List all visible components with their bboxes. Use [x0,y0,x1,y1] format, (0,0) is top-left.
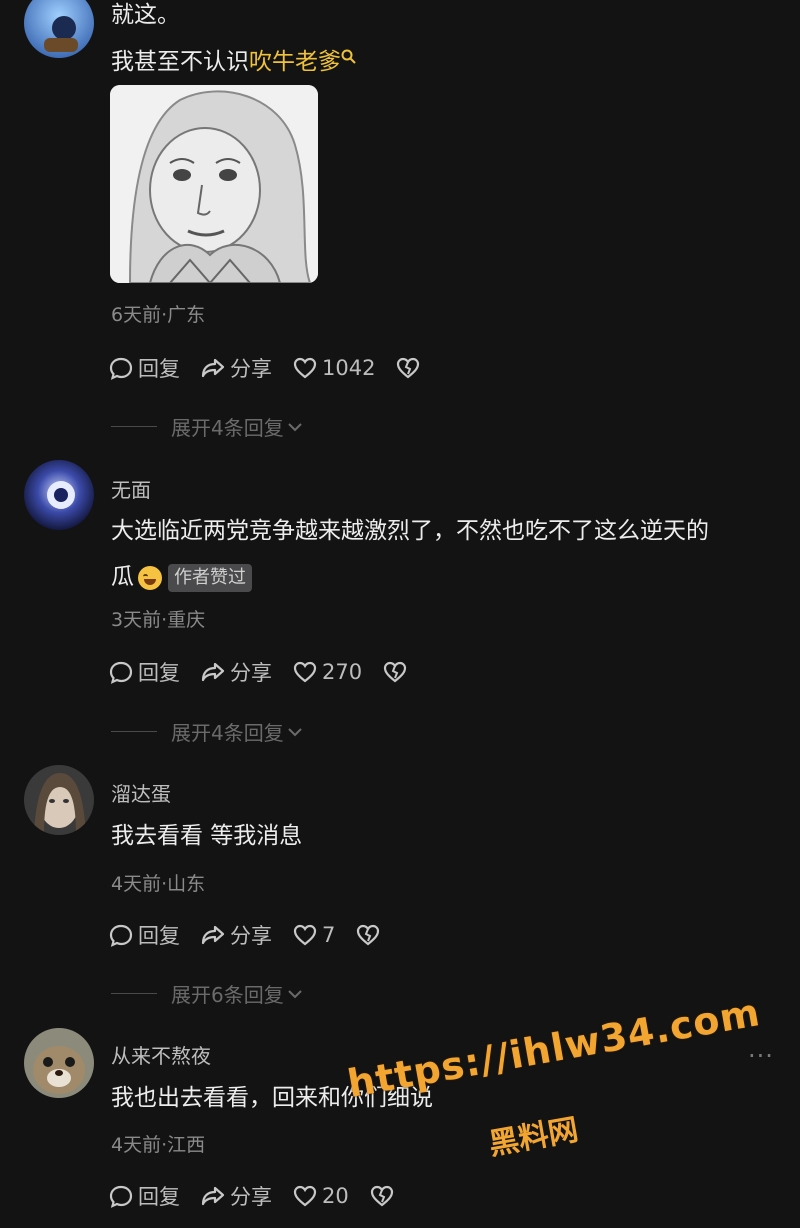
comment-text: 就这。 [111,2,180,28]
dislike-button[interactable] [395,355,425,381]
like-count: 270 [322,660,363,684]
divider [111,426,157,427]
like-button[interactable]: 270 [292,659,362,685]
share-button[interactable]: 分享 [200,353,272,383]
username[interactable]: 从来不熬夜 [111,1040,211,1069]
share-icon [201,925,225,945]
comment-meta: 6天前·广东 [111,304,206,326]
comment-icon [109,357,133,380]
username[interactable]: 溜达蛋 [111,778,171,807]
heart-icon [293,1185,317,1207]
comment-actions: 回复 分享 20 [108,1181,399,1211]
reply-button[interactable]: 回复 [108,920,180,950]
comment-icon [109,924,133,947]
chevron-down-icon [288,727,302,736]
comment-actions: 回复 分享 1042 [108,353,425,383]
watermark-url: https://ihlw34.com [344,990,764,1106]
comment-image[interactable] [110,85,318,283]
expand-replies[interactable]: 展开4条回复 [111,717,304,746]
heart-icon [293,661,317,683]
share-label: 分享 [230,357,272,381]
share-icon [201,358,225,378]
avatar[interactable] [24,1028,94,1098]
comment-meta: 3天前·重庆 [111,609,206,631]
reply-button[interactable]: 回复 [108,353,180,383]
comment-text: 大选临近两党竞争越来越激烈了，不然也吃不了这么逆天的 [111,518,709,544]
comment-icon [109,661,133,684]
comment-text: 我甚至不认识吹牛老爹 [111,41,357,83]
expand-label: 展开4条回复 [171,721,284,745]
reply-button[interactable]: 回复 [108,1181,180,1211]
broken-heart-icon [397,357,420,379]
chevron-down-icon [288,422,302,431]
comment-icon [109,1185,133,1208]
dislike-button[interactable] [355,922,385,948]
broken-heart-icon [383,661,407,683]
share-label: 分享 [230,924,272,948]
chevron-down-icon [288,989,302,998]
comment-text-line: 瓜 [111,564,134,590]
avatar[interactable] [24,460,94,530]
share-button[interactable]: 分享 [200,1181,272,1211]
like-button[interactable]: 20 [292,1183,349,1209]
username[interactable]: 无面 [111,474,151,503]
share-label: 分享 [230,661,272,685]
like-button[interactable]: 1042 [292,355,375,381]
expand-label: 展开4条回复 [171,416,284,440]
heart-icon [293,924,317,946]
like-button[interactable]: 7 [292,922,335,948]
comment-text: 我去看看 等我消息 [111,823,303,849]
share-button[interactable]: 分享 [200,657,272,687]
share-icon [201,1186,225,1206]
broken-heart-icon [357,924,380,946]
comment-text: 瓜 作者赞过 [111,556,252,598]
share-label: 分享 [230,1185,272,1209]
comment-meta: 4天前·江西 [111,1134,206,1156]
divider [111,731,157,732]
expand-label: 展开6条回复 [171,983,284,1007]
reply-label: 回复 [138,661,180,685]
mention-link[interactable]: 吹牛老爹 [249,49,341,75]
reply-label: 回复 [138,1185,180,1209]
broken-heart-icon [370,1185,393,1207]
avatar[interactable] [24,765,94,835]
comment-actions: 回复 分享 7 [108,920,385,950]
reply-button[interactable]: 回复 [108,657,180,687]
reply-label: 回复 [138,357,180,381]
comment-meta: 4天前·山东 [111,873,206,895]
dislike-button[interactable] [369,1183,399,1209]
more-options-icon[interactable]: ··· [748,1042,774,1070]
watermark-name: 黑料网 [486,1112,581,1163]
share-icon [201,662,225,682]
divider [111,993,157,994]
reply-label: 回复 [138,924,180,948]
expand-replies[interactable]: 展开6条回复 [111,979,304,1008]
like-count: 7 [322,923,336,947]
comment-actions: 回复 分享 270 [108,657,412,687]
heart-icon [293,357,317,379]
expand-replies[interactable]: 展开4条回复 [111,412,304,441]
like-count: 20 [322,1184,349,1208]
avatar[interactable] [24,0,94,58]
author-liked-badge: 作者赞过 [168,563,252,592]
like-count: 1042 [322,356,376,380]
search-icon[interactable] [341,49,357,65]
dislike-button[interactable] [382,659,412,685]
laughing-emoji-icon [138,565,162,590]
share-button[interactable]: 分享 [200,920,272,950]
comment-text-plain: 我甚至不认识 [111,49,249,75]
